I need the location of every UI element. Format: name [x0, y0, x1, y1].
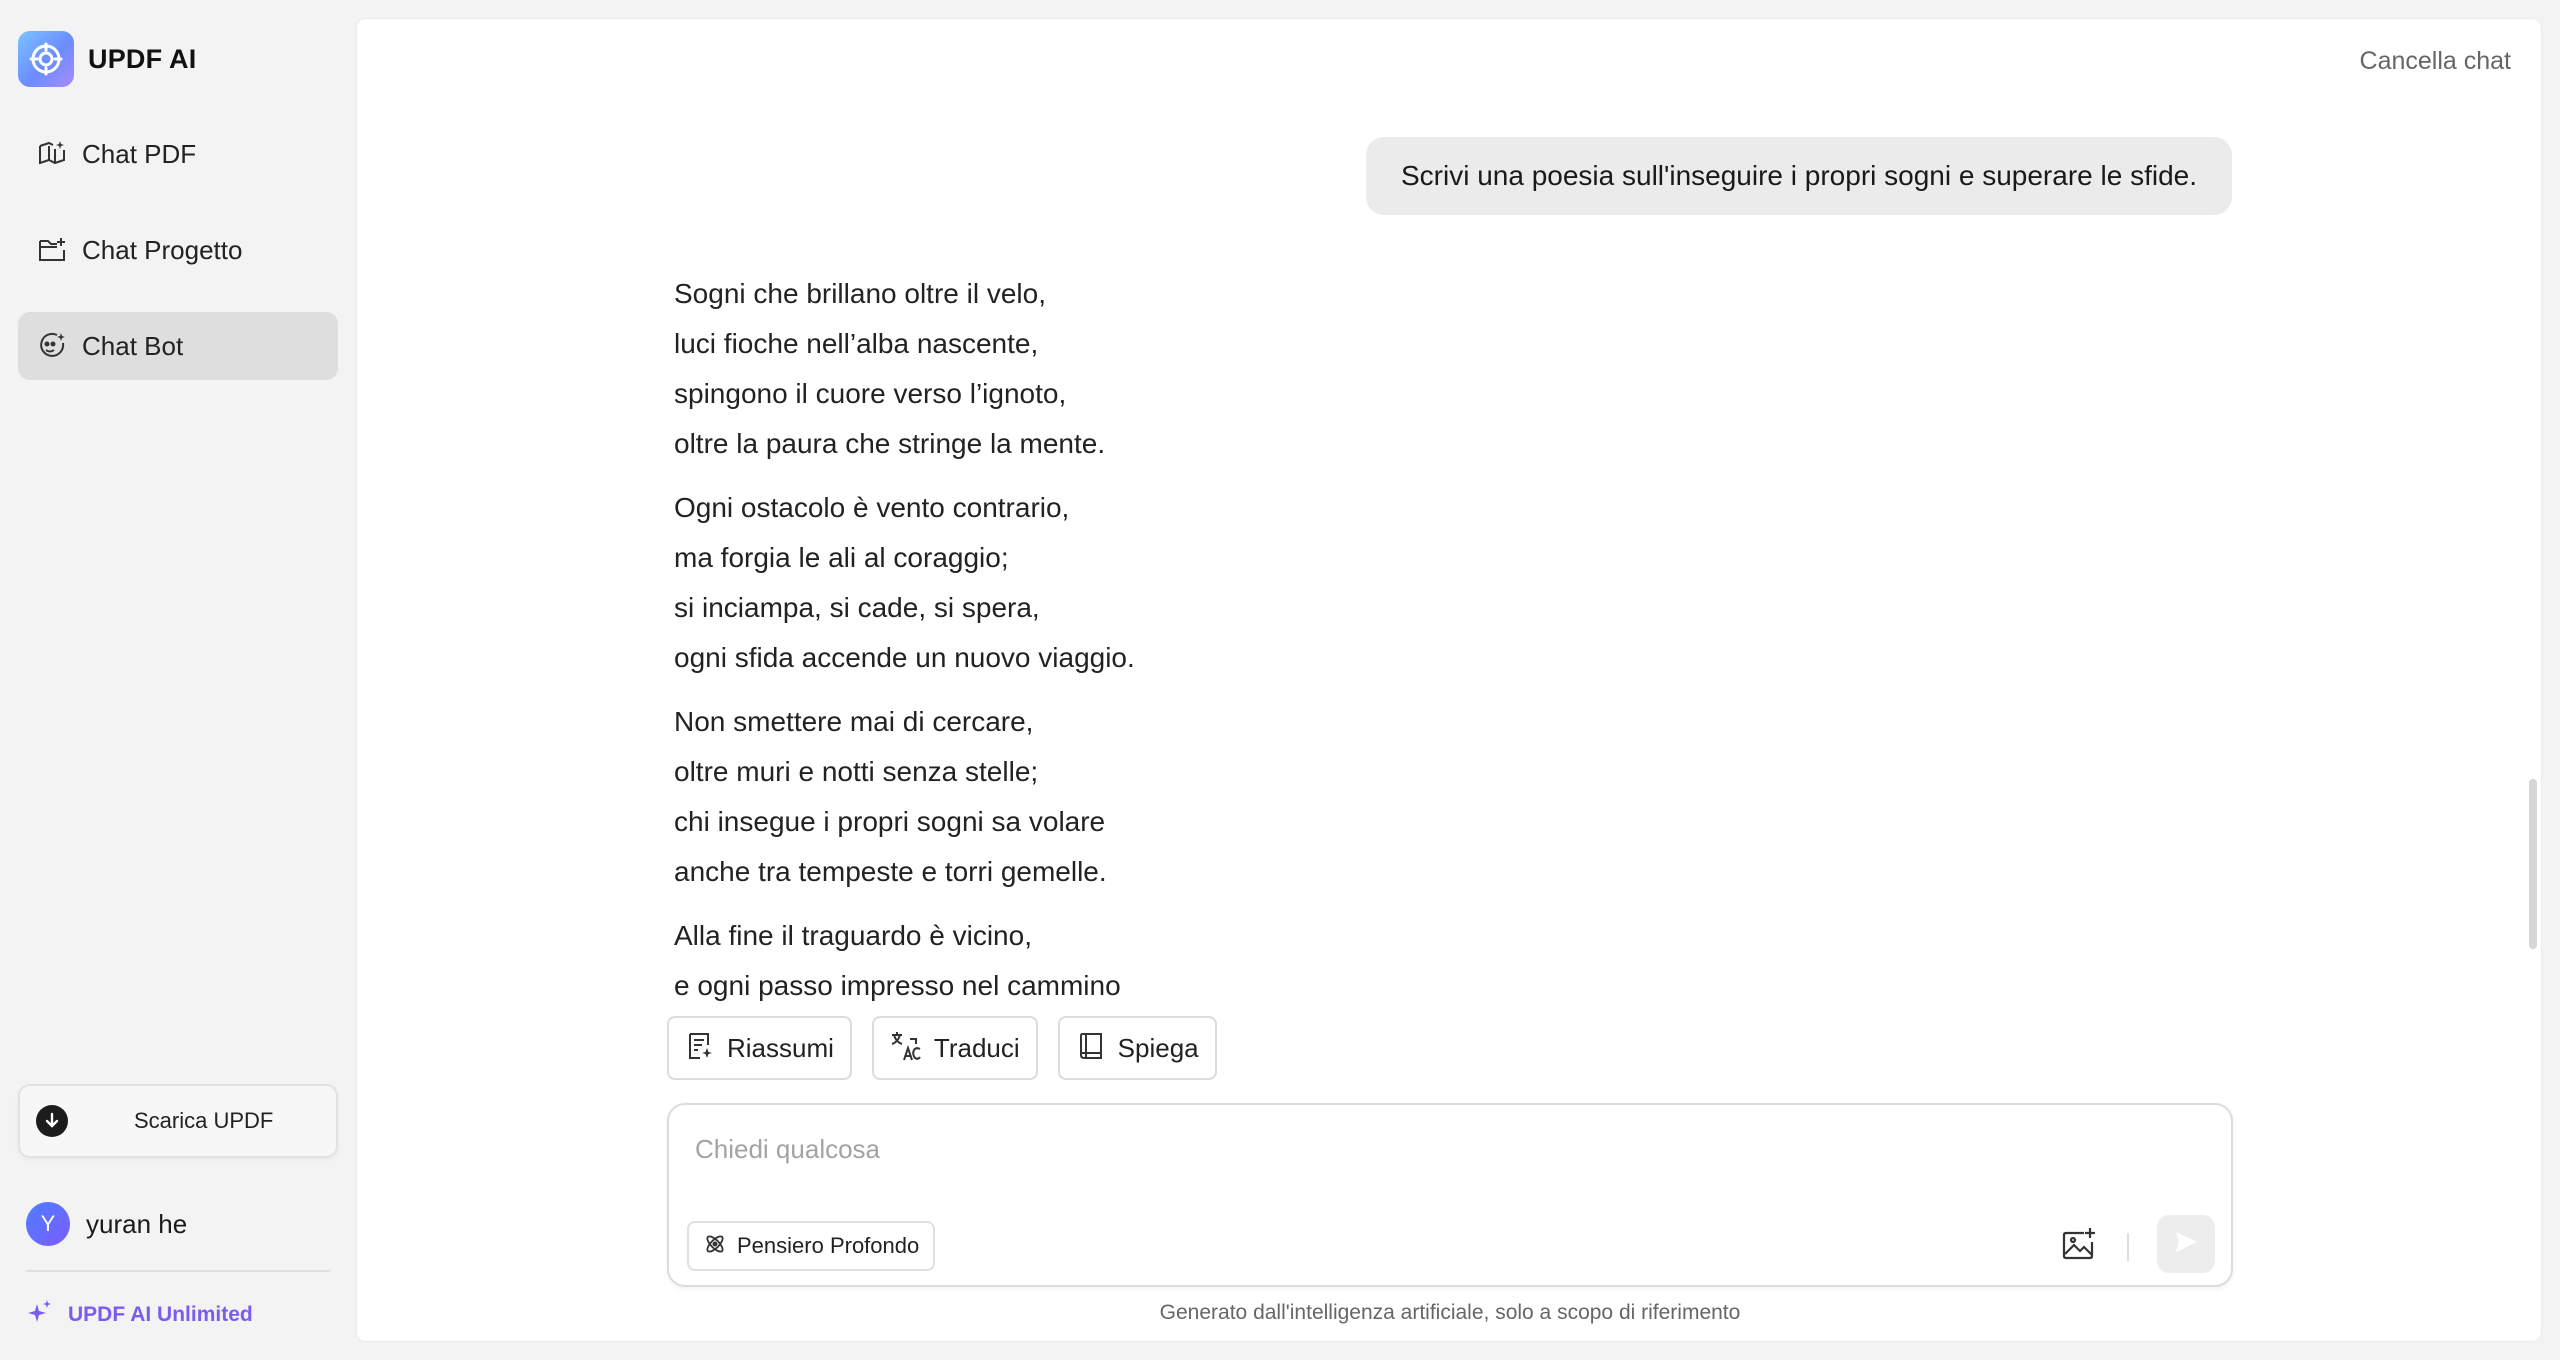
- poem-line: Ogni ostacolo è vento contrario,: [674, 492, 1070, 523]
- summarize-label: Riassumi: [727, 1032, 834, 1063]
- user-profile[interactable]: Y yuran he: [26, 1202, 187, 1246]
- send-button[interactable]: [2157, 1215, 2215, 1273]
- summarize-button[interactable]: Riassumi: [667, 1016, 852, 1080]
- sidebar: UPDF AI Chat PDF Chat Progetto Chat Bot …: [0, 0, 356, 1360]
- translate-button[interactable]: Traduci: [871, 1016, 1038, 1080]
- upgrade-unlimited-link[interactable]: UPDF AI Unlimited: [26, 1298, 253, 1331]
- username: yuran he: [86, 1208, 188, 1239]
- download-updf-button[interactable]: Scarica UPDF: [18, 1084, 338, 1158]
- poem-line: ma forgia le ali al coraggio;: [674, 542, 1009, 573]
- poem-line: ogni sfida accende un nuovo viaggio.: [674, 642, 1135, 673]
- user-message-bubble: Scrivi una poesia sull'inseguire i propr…: [1366, 137, 2232, 215]
- download-icon: [36, 1105, 68, 1137]
- poem-line: Sogni che brillano oltre il velo,: [674, 278, 1046, 309]
- poem-stanza: Alla fine il traguardo è vicino, e ogni …: [674, 911, 1574, 1009]
- folder-plus-icon: [36, 234, 68, 266]
- poem-line: luci fioche nell’alba nascente,: [674, 328, 1039, 359]
- poem-line: anche tra tempeste e torri gemelle.: [674, 856, 1107, 887]
- sidebar-item-chat-progetto[interactable]: Chat Progetto: [18, 216, 338, 284]
- divider: [26, 1270, 330, 1272]
- poem-stanza: Sogni che brillano oltre il velo, luci f…: [674, 269, 1574, 469]
- translate-label: Traduci: [933, 1032, 1020, 1063]
- poem-line: spingono il cuore verso l’ignoto,: [674, 378, 1067, 409]
- message-composer: Pensiero Profondo: [667, 1103, 2233, 1287]
- poem-line: si inciampa, si cade, si spera,: [674, 592, 1040, 623]
- sidebar-item-chat-pdf[interactable]: Chat PDF: [18, 120, 338, 188]
- chat-panel: Cancella chat Scrivi una poesia sull'ins…: [356, 18, 2542, 1342]
- unlimited-label: UPDF AI Unlimited: [68, 1302, 253, 1326]
- explain-button[interactable]: Spiega: [1057, 1016, 1217, 1080]
- sidebar-item-label: Chat Progetto: [82, 234, 243, 265]
- poem-stanza: Ogni ostacolo è vento contrario, ma forg…: [674, 483, 1574, 683]
- sparkle-icon: [26, 1298, 54, 1331]
- download-label: Scarica UPDF: [134, 1108, 274, 1133]
- clear-chat-button[interactable]: Cancella chat: [2360, 47, 2511, 76]
- send-icon: [2173, 1229, 2199, 1260]
- poem-line: chi insegue i propri sogni sa volare: [674, 806, 1106, 837]
- sidebar-item-label: Chat PDF: [82, 138, 197, 169]
- divider: [2127, 1233, 2129, 1261]
- updf-ai-logo-icon: [18, 31, 74, 87]
- explain-label: Spiega: [1117, 1032, 1199, 1063]
- poem-stanza: Non smettere mai di cercare, oltre muri …: [674, 697, 1574, 897]
- translate-icon: [890, 1030, 922, 1067]
- deep-think-toggle[interactable]: Pensiero Profondo: [687, 1221, 936, 1271]
- add-image-button[interactable]: [2055, 1223, 2103, 1271]
- poem-line: Non smettere mai di cercare,: [674, 706, 1034, 737]
- brand[interactable]: UPDF AI: [18, 30, 196, 88]
- scrollbar-thumb[interactable]: [2529, 779, 2537, 949]
- avatar: Y: [26, 1202, 70, 1246]
- ai-disclaimer: Generato dall'intelligenza artificiale, …: [1159, 1301, 1741, 1324]
- quick-actions: Riassumi Traduci Spiega: [667, 1016, 1217, 1080]
- bot-face-icon: [36, 330, 68, 362]
- book-ai-icon: [36, 138, 68, 170]
- poem-line: e ogni passo impresso nel cammino: [674, 970, 1121, 1001]
- poem-line: oltre la paura che stringe la mente.: [674, 428, 1106, 459]
- assistant-response: Sogni che brillano oltre il velo, luci f…: [674, 269, 1574, 1009]
- deep-think-label: Pensiero Profondo: [737, 1233, 920, 1258]
- summarize-icon: [685, 1031, 715, 1066]
- sidebar-item-label: Chat Bot: [82, 330, 184, 361]
- brand-name: UPDF AI: [88, 43, 197, 74]
- poem-line: oltre muri e notti senza stelle;: [674, 756, 1039, 787]
- book-icon: [1076, 1031, 1106, 1066]
- poem-line: Alla fine il traguardo è vicino,: [674, 920, 1032, 951]
- chat-input[interactable]: [695, 1129, 2095, 1169]
- atom-icon: [703, 1232, 727, 1261]
- sidebar-item-chat-bot[interactable]: Chat Bot: [18, 312, 338, 380]
- image-plus-icon: [2060, 1226, 2098, 1269]
